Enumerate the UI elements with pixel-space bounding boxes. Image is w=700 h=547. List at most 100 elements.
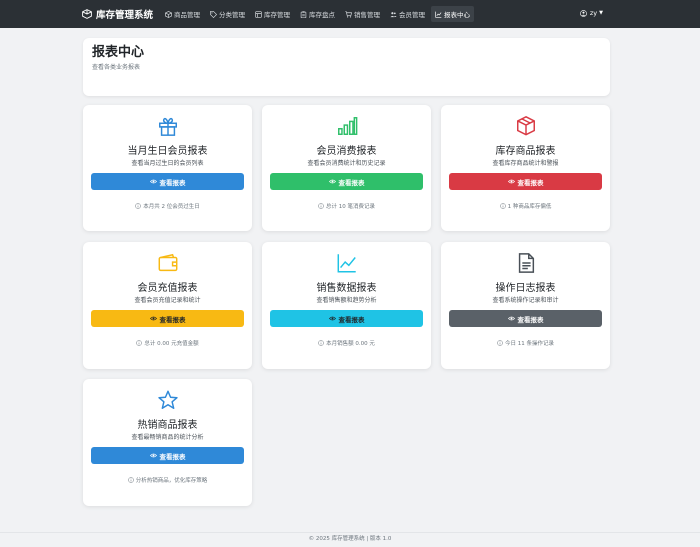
card-description: 查看会员充值记录和统计 bbox=[134, 297, 201, 304]
page-title: 报表中心 bbox=[92, 45, 145, 60]
note-text: 总计 10 笔消费记录 bbox=[326, 204, 375, 210]
eye-icon bbox=[149, 316, 157, 321]
eye-icon bbox=[149, 453, 157, 458]
nav-item-stocktake[interactable]: 库存盘点 bbox=[296, 6, 339, 22]
view-report-button[interactable]: 查看报表 bbox=[91, 173, 244, 190]
nav-item-members[interactable]: 会员管理 bbox=[386, 6, 429, 22]
tag-icon bbox=[210, 10, 218, 18]
card-note: 今日 11 条操作记录 bbox=[441, 339, 610, 347]
chart-icon bbox=[435, 11, 442, 18]
info-icon bbox=[127, 477, 134, 483]
report-card-recharge: 会员充值报表 查看会员充值记录和统计 查看报表 总计 0.00 元充值金额 bbox=[83, 242, 252, 369]
card-note: 本月销售额 0.00 元 bbox=[262, 339, 431, 347]
nav-label: 销售管理 bbox=[354, 11, 381, 19]
chevron-down-icon: ▼ bbox=[599, 10, 603, 16]
people-icon bbox=[390, 11, 397, 17]
line-chart-icon bbox=[337, 254, 356, 273]
report-card-birthday: 当月生日会员报表 查看当月过生日的会员列表 查看报表 本月共 2 位会员过生日 bbox=[83, 105, 252, 231]
star-icon bbox=[158, 390, 178, 409]
info-icon bbox=[136, 340, 143, 346]
note-text: 今日 11 条操作记录 bbox=[505, 341, 554, 347]
report-card-hot-products: 热销商品报表 查看最畅销商品的统计分析 查看报表 分析热销商品，优化库存策略 bbox=[83, 379, 252, 506]
card-note: 分析热销商品，优化库存策略 bbox=[83, 476, 252, 484]
button-label: 查看报表 bbox=[159, 178, 186, 187]
footer: © 2025 库存管理系统 | 版本 1.0 bbox=[0, 532, 700, 547]
eye-icon bbox=[328, 316, 336, 321]
card-note: 总计 0.00 元充值金额 bbox=[83, 339, 252, 347]
nav-label: 报表中心 bbox=[444, 11, 471, 19]
brand[interactable]: 库存管理系统 bbox=[82, 7, 153, 21]
card-note: 本月共 2 位会员过生日 bbox=[83, 202, 252, 210]
card-title: 操作日志报表 bbox=[495, 283, 556, 294]
nav-item-categories[interactable]: 分类管理 bbox=[206, 6, 249, 22]
card-description: 查看销售额和趋势分析 bbox=[316, 297, 377, 304]
warehouse-icon bbox=[255, 10, 262, 18]
info-icon bbox=[497, 340, 503, 346]
user-circle-icon bbox=[580, 9, 587, 17]
card-description: 查看系统操作记录和审计 bbox=[492, 297, 559, 304]
nav-label: 库存盘点 bbox=[309, 11, 336, 19]
card-note: 1 种商品库存偏低 bbox=[441, 202, 610, 210]
nav-label: 分类管理 bbox=[219, 11, 246, 19]
gift-icon bbox=[159, 117, 177, 136]
info-icon bbox=[318, 203, 324, 209]
view-report-button[interactable]: 查看报表 bbox=[449, 310, 602, 327]
brand-name: 库存管理系统 bbox=[96, 10, 154, 21]
card-title: 库存商品报表 bbox=[495, 146, 556, 157]
view-report-button[interactable]: 查看报表 bbox=[270, 310, 423, 327]
report-card-consumption: 会员消费报表 查看会员消费统计和历史记录 查看报表 总计 10 笔消费记录 bbox=[262, 105, 431, 231]
card-title: 会员充值报表 bbox=[137, 283, 198, 294]
card-title: 当月生日会员报表 bbox=[127, 146, 208, 157]
box-icon bbox=[165, 10, 172, 18]
nav-item-reports[interactable]: 报表中心 bbox=[431, 6, 475, 22]
button-label: 查看报表 bbox=[517, 315, 544, 324]
view-report-button[interactable]: 查看报表 bbox=[449, 173, 602, 190]
button-label: 查看报表 bbox=[517, 178, 544, 187]
wallet-icon bbox=[158, 253, 178, 272]
card-title: 热销商品报表 bbox=[137, 420, 198, 431]
button-label: 查看报表 bbox=[338, 178, 365, 187]
info-icon bbox=[135, 203, 142, 209]
card-description: 查看最畅销商品的统计分析 bbox=[131, 434, 204, 441]
eye-icon bbox=[328, 179, 336, 184]
card-note: 总计 10 笔消费记录 bbox=[262, 202, 431, 210]
report-card-operation-log: 操作日志报表 查看系统操作记录和审计 查看报表 今日 11 条操作记录 bbox=[441, 242, 610, 369]
button-label: 查看报表 bbox=[338, 315, 365, 324]
nav-label: 会员管理 bbox=[399, 11, 426, 19]
cart-icon bbox=[345, 10, 352, 18]
top-navbar: 库存管理系统 商品管理 分类管理 库存管理 库存盘点 销售管理 会员管理 报表中… bbox=[0, 0, 700, 28]
card-description: 查看当月过生日的会员列表 bbox=[131, 160, 204, 167]
view-report-button[interactable]: 查看报表 bbox=[91, 447, 244, 464]
nav-label: 商品管理 bbox=[174, 11, 201, 19]
page-subtitle: 查看各类业务报表 bbox=[92, 64, 141, 71]
card-title: 会员消费报表 bbox=[316, 146, 377, 157]
card-title: 销售数据报表 bbox=[316, 283, 377, 294]
note-text: 本月销售额 0.00 元 bbox=[326, 341, 375, 347]
nav-item-inventory[interactable]: 库存管理 bbox=[251, 6, 294, 22]
note-text: 1 种商品库存偏低 bbox=[507, 204, 552, 210]
eye-icon bbox=[507, 316, 515, 321]
button-label: 查看报表 bbox=[159, 452, 186, 461]
page-header: 报表中心 查看各类业务报表 bbox=[83, 38, 610, 96]
footer-text: © 2025 库存管理系统 | 版本 1.0 bbox=[308, 536, 392, 542]
note-text: 本月共 2 位会员过生日 bbox=[143, 204, 200, 210]
main-nav: 商品管理 分类管理 库存管理 库存盘点 销售管理 会员管理 报表中心 bbox=[161, 6, 476, 22]
note-text: 总计 0.00 元充值金额 bbox=[144, 341, 199, 347]
user-name: zy bbox=[589, 9, 598, 17]
nav-item-products[interactable]: 商品管理 bbox=[161, 6, 204, 22]
clipboard-icon bbox=[300, 10, 307, 18]
view-report-button[interactable]: 查看报表 bbox=[91, 310, 244, 327]
info-icon bbox=[318, 340, 324, 346]
view-report-button[interactable]: 查看报表 bbox=[270, 173, 423, 190]
report-card-inventory: 库存商品报表 查看库存商品统计和警报 查看报表 1 种商品库存偏低 bbox=[441, 105, 610, 231]
card-description: 查看库存商品统计和警报 bbox=[492, 160, 559, 167]
nav-item-sales[interactable]: 销售管理 bbox=[341, 6, 384, 22]
box-icon bbox=[82, 9, 92, 19]
eye-icon bbox=[507, 179, 515, 184]
button-label: 查看报表 bbox=[159, 315, 186, 324]
bar-chart-icon bbox=[338, 117, 358, 135]
file-text-icon bbox=[518, 253, 535, 273]
info-icon bbox=[499, 203, 506, 209]
user-menu[interactable]: zy ▼ bbox=[580, 9, 603, 17]
card-description: 查看会员消费统计和历史记录 bbox=[307, 160, 386, 167]
